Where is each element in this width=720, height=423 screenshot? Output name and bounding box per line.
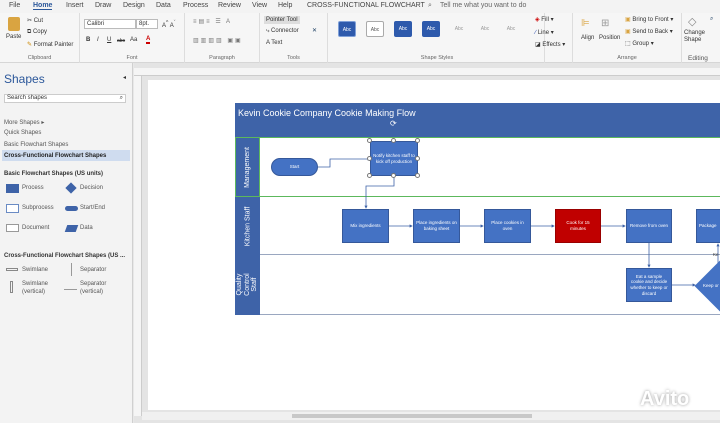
connector-start-notify xyxy=(318,157,371,168)
selection-handle[interactable] xyxy=(415,173,420,178)
node-decision-text: Keep or xyxy=(703,283,719,288)
node-mix[interactable]: Mix ingredients xyxy=(342,209,389,243)
node-remove[interactable]: Remove from oven xyxy=(626,209,672,243)
node-package[interactable]: Package xyxy=(696,209,720,243)
selection-handle[interactable] xyxy=(367,138,372,143)
selection-handle[interactable] xyxy=(415,156,420,161)
node-start[interactable]: Start xyxy=(271,158,318,176)
node-eat-sample[interactable]: Eat a sample cookie and decide whether t… xyxy=(626,268,672,302)
selection-handle[interactable] xyxy=(415,138,420,143)
connector-notify-mix xyxy=(364,176,395,209)
selection-handle[interactable] xyxy=(367,156,372,161)
node-place-ingredients[interactable]: Place ingredients on baking sheet xyxy=(413,209,460,243)
node-cook[interactable]: Cook for 15 minutes xyxy=(555,209,601,243)
selection-handle[interactable] xyxy=(367,173,372,178)
selection-handle[interactable] xyxy=(391,173,396,178)
node-notify[interactable]: Notify kitchen staff to kick off product… xyxy=(370,141,418,176)
selection-handle[interactable] xyxy=(391,138,396,143)
node-place-oven[interactable]: Place cookies in oven xyxy=(484,209,531,243)
watermark: Avito xyxy=(640,388,690,410)
decision-label-keep: Ke xyxy=(713,252,719,257)
